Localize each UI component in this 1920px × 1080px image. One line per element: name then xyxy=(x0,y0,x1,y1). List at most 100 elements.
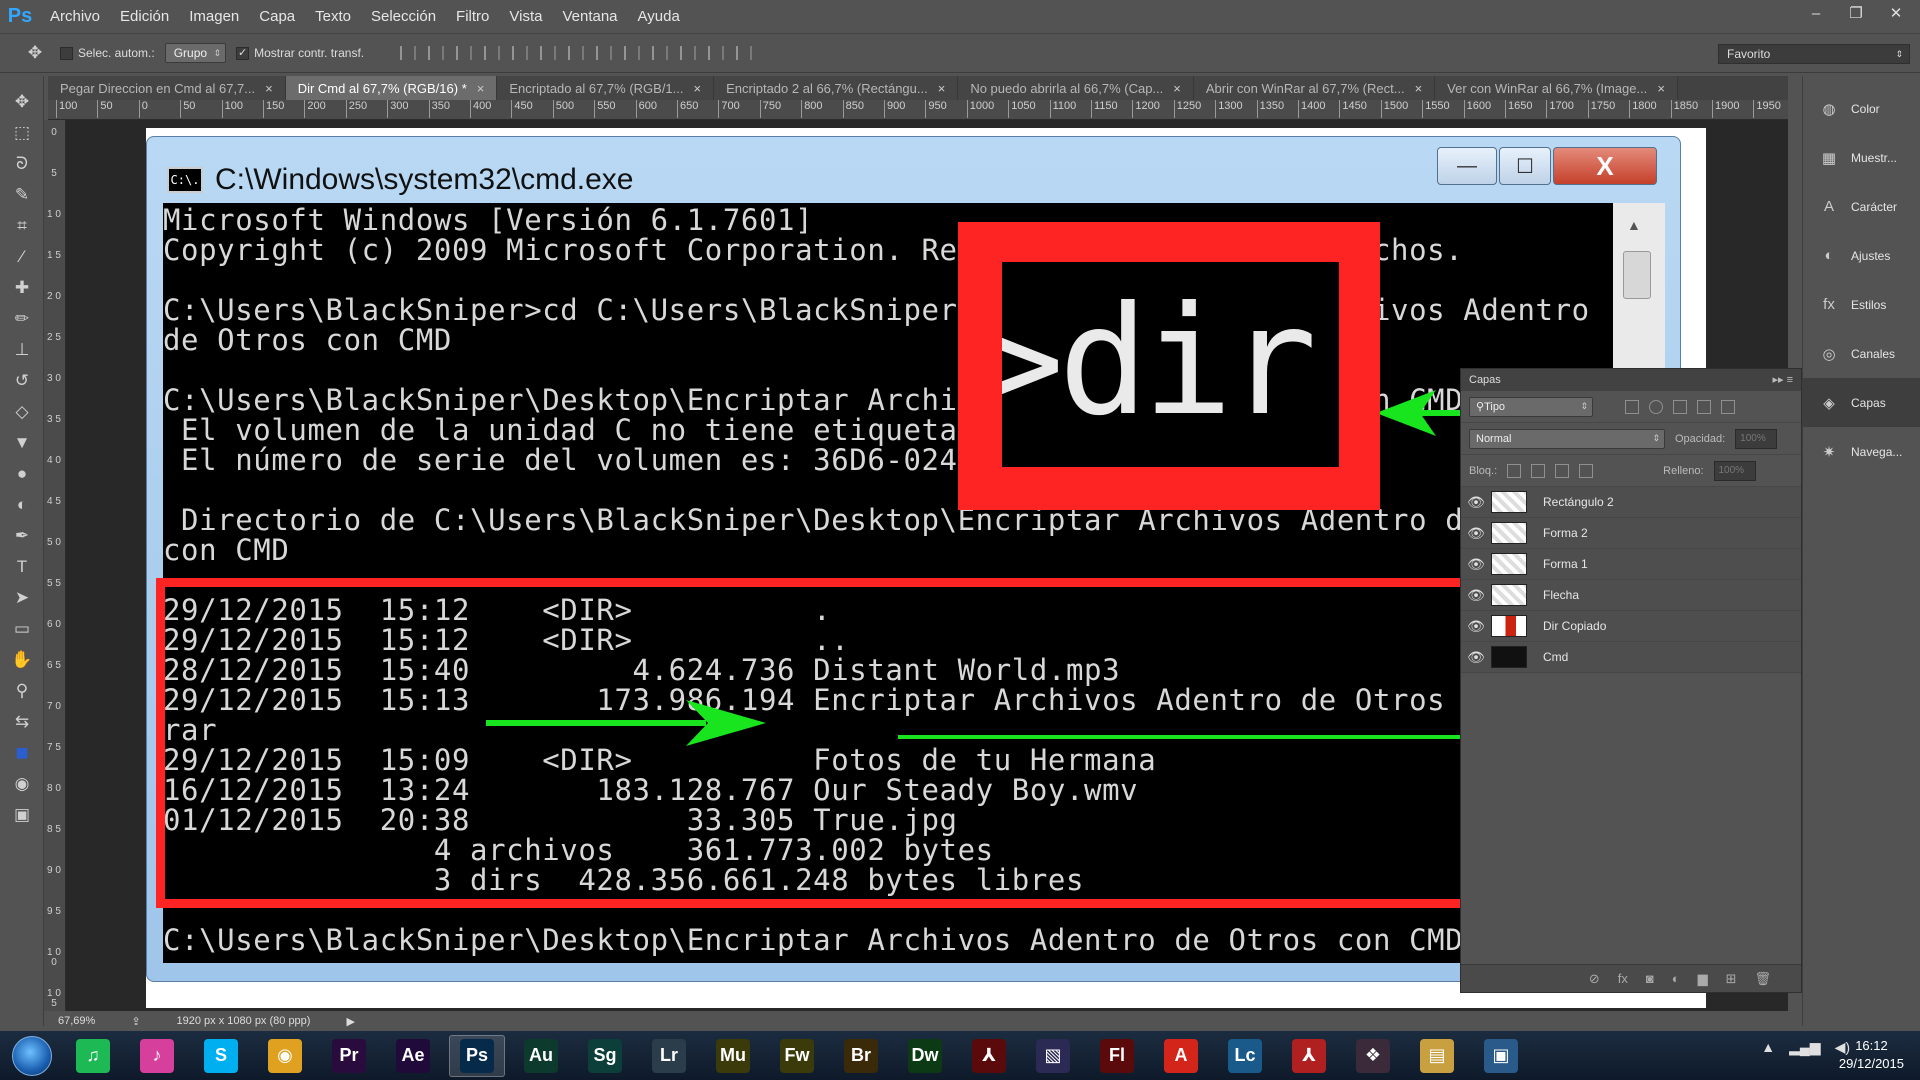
fill-field[interactable]: 100% xyxy=(1713,460,1756,481)
menu-item-1[interactable]: Edición xyxy=(110,8,179,25)
distribute-left-icon[interactable] xyxy=(652,46,669,60)
taskbar-after-effects[interactable]: Ae xyxy=(385,1035,441,1077)
taskbar-adobe[interactable]: A xyxy=(1153,1035,1209,1077)
align-left-icon[interactable] xyxy=(484,46,501,60)
menu-item-2[interactable]: Imagen xyxy=(179,8,249,25)
type-tool-icon[interactable]: T xyxy=(0,551,44,582)
menu-item-9[interactable]: Ayuda xyxy=(628,8,690,25)
auto-select-checkbox[interactable]: Selec. autom.: xyxy=(60,46,155,60)
taskbar-explorer[interactable]: ▤ xyxy=(1409,1035,1465,1077)
eye-icon[interactable]: 👁 xyxy=(1461,618,1491,635)
lock-paint-icon[interactable] xyxy=(1531,463,1546,478)
mask-icon[interactable]: ◙ xyxy=(1646,971,1654,986)
tab-1[interactable]: Dir Cmd al 67,7% (RGB/16) * × xyxy=(285,76,498,100)
close-button[interactable]: ✕ xyxy=(1876,0,1916,26)
taskbar-muse[interactable]: Mu xyxy=(705,1035,761,1077)
tab-6[interactable]: Ver con WinRar al 66,7% (Image... × xyxy=(1435,76,1678,100)
hand-tool-icon[interactable]: ✋ xyxy=(0,644,44,675)
taskbar-premiere[interactable]: Pr xyxy=(321,1035,377,1077)
align-top-icon[interactable] xyxy=(400,46,417,60)
crop-tool-icon[interactable]: ⌗ xyxy=(0,210,44,241)
taskbar-bridge[interactable]: Br xyxy=(833,1035,889,1077)
show-transform-checkbox[interactable]: ✓ Mostrar contr. transf. xyxy=(236,46,364,60)
taskbar-game-app[interactable]: ❖ xyxy=(1345,1035,1401,1077)
brush-tool-icon[interactable]: ✏ xyxy=(0,303,44,334)
layer-filter-dropdown[interactable]: ⚲ Tipo ⇕ xyxy=(1469,396,1593,417)
marquee-tool-icon[interactable]: ⬚ xyxy=(0,117,44,148)
dock-item-capas[interactable]: ◈ Capas xyxy=(1803,378,1920,427)
distribute-top-icon[interactable] xyxy=(568,46,585,60)
layer-row[interactable]: 👁 Rectángulo 2 xyxy=(1461,487,1801,518)
blend-mode-dropdown[interactable]: Normal ⇕ xyxy=(1469,428,1665,449)
dock-item-carácter[interactable]: A Carácter xyxy=(1803,182,1920,231)
auto-select-dropdown[interactable]: Grupo ⇕ xyxy=(164,43,227,63)
zoom-tool-icon[interactable]: ⚲ xyxy=(0,675,44,706)
share-icon[interactable]: ⇪ xyxy=(131,1015,140,1028)
menu-item-8[interactable]: Ventana xyxy=(552,8,627,25)
move-tool-icon[interactable]: ✥ xyxy=(20,41,50,65)
dock-item-muestr[interactable]: ▦ Muestr... xyxy=(1803,133,1920,182)
menu-item-4[interactable]: Texto xyxy=(305,8,361,25)
menu-item-3[interactable]: Capa xyxy=(249,8,305,25)
taskbar-skype[interactable]: S xyxy=(193,1035,249,1077)
eye-icon[interactable]: 👁 xyxy=(1461,649,1491,666)
trash-icon[interactable]: 🗑 xyxy=(1754,971,1771,987)
clock[interactable]: 16:12 29/12/2015 xyxy=(1839,1037,1904,1073)
distribute-right-icon[interactable] xyxy=(708,46,725,60)
distribute-bottom-icon[interactable] xyxy=(624,46,641,60)
taskbar-spotify[interactable]: ♫ xyxy=(65,1035,121,1077)
move-tool-icon[interactable]: ✥ xyxy=(0,86,44,117)
group-folder-icon[interactable]: ▆ xyxy=(1698,971,1708,987)
eye-icon[interactable]: 👁 xyxy=(1461,587,1491,604)
adjustment-filter-icon[interactable] xyxy=(1649,399,1663,414)
opacity-field[interactable]: 100% xyxy=(1735,428,1778,449)
tab-4[interactable]: No puedo abrirla al 66,7% (Cap... × xyxy=(958,76,1194,100)
pixel-filter-icon[interactable] xyxy=(1625,399,1639,414)
start-button[interactable] xyxy=(0,1031,64,1080)
fx-icon[interactable]: fx xyxy=(1618,971,1628,986)
taskbar-speedgrade[interactable]: Sg xyxy=(577,1035,633,1077)
dodge-tool-icon[interactable]: ◐ xyxy=(0,489,44,520)
close-icon[interactable]: × xyxy=(477,81,485,96)
zoom-level[interactable]: 67,69% xyxy=(58,1015,95,1027)
bucket-tool-icon[interactable]: ▼ xyxy=(0,427,44,458)
lock-position-icon[interactable] xyxy=(1555,463,1570,478)
distribute-vcenter-icon[interactable] xyxy=(596,46,613,60)
lasso-tool-icon[interactable]: ᘐ xyxy=(0,148,44,179)
tab-3[interactable]: Encriptado 2 al 66,7% (Rectángu... × xyxy=(714,76,959,100)
eraser-tool-icon[interactable]: ◇ xyxy=(0,396,44,427)
status-menu-icon[interactable]: ▶ xyxy=(346,1015,354,1028)
blur-tool-icon[interactable]: ● xyxy=(0,458,44,489)
layer-row[interactable]: 👁 Forma 1 xyxy=(1461,549,1801,580)
menu-item-5[interactable]: Selección xyxy=(361,8,446,25)
panel-menu-icon[interactable]: ▸▸ ≡ xyxy=(1772,373,1793,386)
eye-icon[interactable]: 👁 xyxy=(1461,525,1491,542)
close-icon[interactable]: × xyxy=(938,81,946,96)
taskbar-itunes[interactable]: ♪ xyxy=(129,1035,185,1077)
document-info[interactable]: 1920 px x 1080 px (80 ppp) xyxy=(177,1015,311,1027)
adjustment-icon[interactable]: ◐ xyxy=(1672,971,1680,986)
taskbar-livecycle[interactable]: Lc xyxy=(1217,1035,1273,1077)
dock-item-ajustes[interactable]: ◐ Ajustes xyxy=(1803,231,1920,280)
foreground-color-icon[interactable]: ■ xyxy=(0,737,44,768)
swap-colors-icon[interactable]: ⇆ xyxy=(0,706,44,737)
align-bottom-icon[interactable] xyxy=(456,46,473,60)
taskbar-illustrator-tool[interactable]: ▧ xyxy=(1025,1035,1081,1077)
restore-button[interactable]: ❐ xyxy=(1836,0,1876,26)
layer-row[interactable]: 👁 Dir Copiado xyxy=(1461,611,1801,642)
layer-row[interactable]: 👁 Cmd xyxy=(1461,642,1801,673)
taskbar-photoshop[interactable]: Ps xyxy=(449,1034,505,1077)
tray-expand-icon[interactable]: ▲ xyxy=(1761,1039,1775,1056)
close-icon[interactable]: × xyxy=(265,81,273,96)
quick-select-tool-icon[interactable]: ✎ xyxy=(0,179,44,210)
healing-tool-icon[interactable]: ✚ xyxy=(0,272,44,303)
workspace-dropdown[interactable]: Favorito ⇕ xyxy=(1718,44,1910,64)
minimize-button[interactable]: – xyxy=(1796,0,1836,26)
close-icon[interactable]: × xyxy=(694,81,702,96)
dock-item-color[interactable]: ◍ Color xyxy=(1803,84,1920,133)
smart-object-filter-icon[interactable] xyxy=(1721,399,1735,414)
taskbar-desktop-app[interactable]: ▣ xyxy=(1473,1035,1529,1077)
shape-tool-icon[interactable]: ▭ xyxy=(0,613,44,644)
close-icon[interactable]: × xyxy=(1415,81,1423,96)
type-filter-icon[interactable] xyxy=(1673,399,1687,414)
